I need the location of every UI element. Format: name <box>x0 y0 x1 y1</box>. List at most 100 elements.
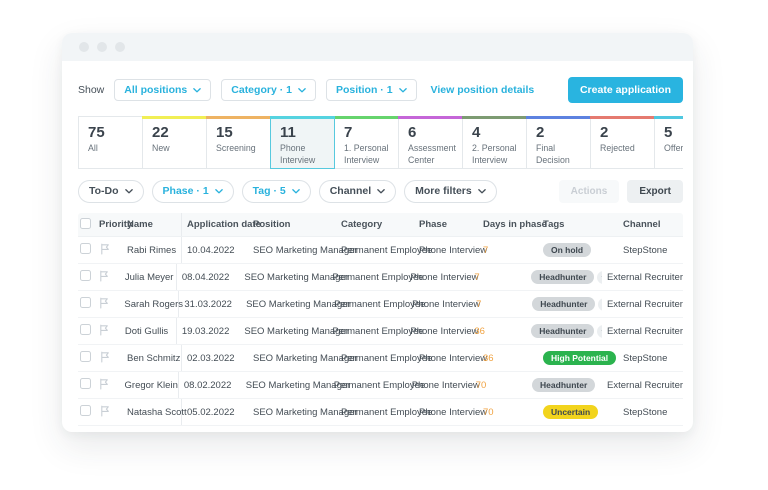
chevron-down-icon <box>125 188 133 195</box>
stage-label: Screening <box>216 143 256 154</box>
days-in-phase-value: 70 <box>483 406 494 418</box>
application-date: 05.02.2022 <box>187 406 235 418</box>
pipeline-stage-card[interactable]: 6 Assessment Center <box>398 116 463 169</box>
table-row[interactable]: Julia Meyer 08.04.2022 SEO Marketing Man… <box>78 264 683 291</box>
stage-label: Phone Interview <box>280 143 316 165</box>
tags-cell: High Potential <box>538 350 618 366</box>
stage-label: Final Decision <box>536 143 570 165</box>
tags-cell: Headhunter +1 <box>526 269 602 285</box>
table-filterbar: To-Do Phase · 1 Tag · 5 Channel More fil… <box>78 180 683 203</box>
category-value: Permanent Employee <box>332 325 424 337</box>
row-checkbox[interactable] <box>80 378 91 389</box>
position-value: SEO Marketing Manager <box>253 244 358 256</box>
stage-label: 2. Personal Interview <box>472 143 517 165</box>
priority-flag-icon[interactable] <box>98 270 110 282</box>
candidate-name: Natasha Scott <box>122 399 187 425</box>
position-value: SEO Marketing Manager <box>244 271 349 283</box>
category-dropdown[interactable]: Category · 1 <box>221 78 316 102</box>
pipeline-stage-card[interactable]: 5 Offer <box>654 116 683 169</box>
row-checkbox[interactable] <box>80 243 91 254</box>
filter-dropdown[interactable]: Phase · 1 <box>151 180 234 203</box>
stage-count: 15 <box>216 124 233 141</box>
stage-count: 4 <box>472 124 481 141</box>
select-all-checkbox[interactable] <box>80 217 91 229</box>
filter-dropdown[interactable]: Channel <box>318 180 397 203</box>
pipeline-stage-card[interactable]: 4 2. Personal Interview <box>462 116 527 169</box>
pipeline-stage-card[interactable]: 2 Final Decision <box>526 116 591 169</box>
actions-button[interactable]: Actions <box>558 180 620 203</box>
chevron-down-icon <box>215 188 223 195</box>
create-application-button[interactable]: Create application <box>567 77 683 103</box>
table-row[interactable]: Doti Gullis 19.03.2022 SEO Marketing Man… <box>78 318 683 345</box>
tags-cell: On hold <box>538 242 618 258</box>
table-row[interactable]: Sarah Rogers 31.03.2022 SEO Marketing Ma… <box>78 291 683 318</box>
pipeline-stage-card[interactable]: 22 New <box>142 116 207 169</box>
filter-label: To-Do <box>89 185 119 198</box>
header-priority: Priority <box>99 219 133 230</box>
tag-pill: Headhunter <box>532 377 596 393</box>
export-button[interactable]: Export <box>627 180 683 203</box>
application-date: 31.03.2022 <box>184 298 232 310</box>
pipeline-stage-card[interactable]: 7 1. Personal Interview <box>334 116 399 169</box>
chevron-down-icon <box>399 87 407 94</box>
position-value: SEO Marketing Manager <box>253 352 358 364</box>
stage-label: 1. Personal Interview <box>344 143 389 165</box>
dropdown-label: Category · 1 <box>231 83 292 96</box>
view-position-details-link[interactable]: View position details <box>431 84 535 96</box>
days-in-phase-value: 7 <box>476 298 482 310</box>
priority-flag-icon[interactable] <box>99 351 111 363</box>
pipeline-stage-card[interactable]: 11 Phone Interview <box>270 116 335 169</box>
candidate-name: Gregor Klein <box>120 372 179 398</box>
category-value: Permanent Employee <box>341 244 433 256</box>
position-value: SEO Marketing Manager <box>246 298 351 310</box>
filter-dropdown[interactable]: More filters <box>404 180 497 203</box>
header-channel: Channel <box>623 219 661 230</box>
filter-dropdown[interactable]: To-Do <box>78 180 144 203</box>
channel-value: External Recruiter <box>606 325 683 337</box>
priority-flag-icon[interactable] <box>98 324 110 336</box>
stage-color-strip <box>462 116 527 119</box>
priority-flag-icon[interactable] <box>98 378 110 390</box>
row-checkbox[interactable] <box>80 405 91 416</box>
app-window: Show All positions Category · 1 Position… <box>62 33 693 432</box>
phase-value: Phone Interview <box>410 325 479 337</box>
pipeline-stage-card[interactable]: 15 Screening <box>206 116 271 169</box>
stage-color-strip <box>206 116 271 119</box>
pipeline-stage-list: 75 All 22 New 15 Screening 11 Phone Inte… <box>78 116 683 169</box>
tag-pill: On hold <box>543 242 592 258</box>
table-row[interactable]: Rabi Rimes 10.04.2022 SEO Marketing Mana… <box>78 237 683 264</box>
stage-color-strip <box>270 116 335 119</box>
stage-count: 5 <box>664 124 673 141</box>
table-row[interactable]: Gregor Klein 08.02.2022 SEO Marketing Ma… <box>78 372 683 399</box>
filter-dropdown[interactable]: Tag · 5 <box>241 180 311 203</box>
filter-label: More filters <box>415 185 472 198</box>
show-label: Show <box>78 84 105 96</box>
table-row[interactable]: Natasha Scott 05.02.2022 SEO Marketing M… <box>78 399 683 426</box>
phase-value: Phone Interview <box>419 352 488 364</box>
priority-flag-icon[interactable] <box>99 243 111 255</box>
tag-pill: Headhunter <box>531 323 595 339</box>
row-checkbox[interactable] <box>80 270 91 281</box>
table-row[interactable]: Ben Schmitz 02.03.2022 SEO Marketing Man… <box>78 345 683 372</box>
stage-color-strip <box>654 116 683 119</box>
priority-flag-icon[interactable] <box>99 405 111 417</box>
stage-color-strip <box>526 116 591 119</box>
tag-pill: Headhunter <box>531 269 595 285</box>
application-date: 10.04.2022 <box>187 244 235 256</box>
applications-table: Priority Name Application date Position … <box>78 213 683 426</box>
stage-label: All <box>88 143 98 154</box>
candidate-name: Sarah Rogers <box>119 291 183 317</box>
row-checkbox[interactable] <box>80 351 91 362</box>
channel-value: External Recruiter <box>606 379 684 391</box>
all-positions-dropdown[interactable]: All positions <box>114 78 212 102</box>
stage-label: Offer <box>664 143 683 154</box>
pipeline-stage-card[interactable]: 75 All <box>78 116 143 169</box>
chevron-down-icon <box>193 87 201 94</box>
row-checkbox[interactable] <box>80 324 91 335</box>
page-content: Show All positions Category · 1 Position… <box>62 61 693 426</box>
row-checkbox[interactable] <box>80 297 91 308</box>
position-dropdown[interactable]: Position · 1 <box>325 78 417 102</box>
candidate-name: Ben Schmitz <box>122 345 182 371</box>
priority-flag-icon[interactable] <box>98 297 110 309</box>
pipeline-stage-card[interactable]: 2 Rejected <box>590 116 655 169</box>
